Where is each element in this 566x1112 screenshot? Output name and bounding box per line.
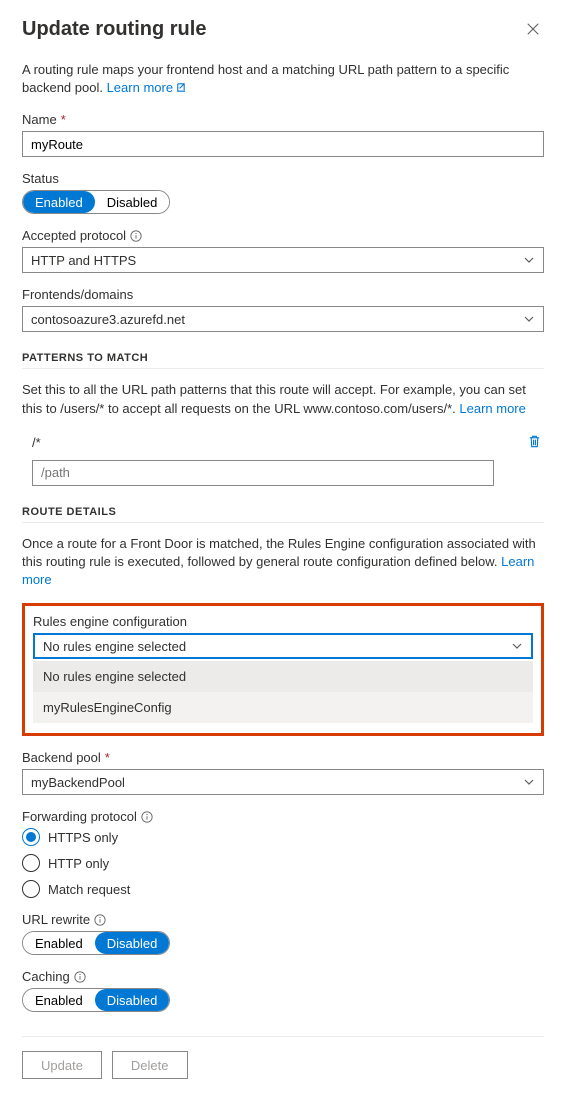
backend-pool-label: Backend pool * [22,750,544,765]
chevron-down-icon [511,640,523,652]
rules-engine-option[interactable]: myRulesEngineConfig [33,692,533,723]
delete-pattern-button[interactable] [525,432,544,454]
required-marker: * [61,112,66,127]
close-icon [526,24,540,39]
forwarding-protocol-label: Forwarding protocol [22,809,544,824]
caching-toggle[interactable]: Enabled Disabled [22,988,170,1012]
caching-label: Caching [22,969,544,984]
status-enabled[interactable]: Enabled [23,191,95,213]
chevron-down-icon [523,313,535,325]
caching-disabled[interactable]: Disabled [95,989,170,1011]
patterns-heading: PATTERNS TO MATCH [22,352,544,369]
radio-icon [22,854,40,872]
url-rewrite-disabled[interactable]: Disabled [95,932,170,954]
delete-button[interactable]: Delete [112,1051,188,1079]
route-details-heading: ROUTE DETAILS [22,506,544,523]
caching-enabled[interactable]: Enabled [23,989,95,1011]
url-rewrite-toggle[interactable]: Enabled Disabled [22,931,170,955]
rules-engine-option[interactable]: No rules engine selected [33,661,533,692]
forwarding-protocol-option-https[interactable]: HTTPS only [22,828,544,846]
radio-icon [22,828,40,846]
forwarding-protocol-option-http[interactable]: HTTP only [22,854,544,872]
rules-engine-dropdown: No rules engine selected myRulesEngineCo… [33,661,533,723]
patterns-desc: Set this to all the URL path patterns th… [22,381,544,417]
info-icon[interactable] [94,914,106,926]
patterns-learn-more-link[interactable]: Learn more [459,401,525,416]
info-icon[interactable] [130,230,142,242]
info-icon[interactable] [74,971,86,983]
name-input[interactable] [22,131,544,157]
learn-more-link[interactable]: Learn more [107,80,186,95]
panel-title: Update routing rule [22,18,206,41]
footer: Update Delete [22,1036,544,1079]
status-toggle[interactable]: Enabled Disabled [22,190,170,214]
pattern-value: /* [32,435,515,450]
trash-icon [527,437,542,452]
required-marker: * [105,750,110,765]
backend-pool-select[interactable]: myBackendPool [22,769,544,795]
url-rewrite-enabled[interactable]: Enabled [23,932,95,954]
forwarding-protocol-option-match[interactable]: Match request [22,880,544,898]
pattern-input[interactable] [32,460,494,486]
status-label: Status [22,171,544,186]
rules-engine-highlight: Rules engine configuration No rules engi… [22,603,544,736]
rules-engine-label: Rules engine configuration [33,614,533,629]
pattern-row: /* [22,432,544,454]
rules-engine-select[interactable]: No rules engine selected [33,633,533,659]
name-label: Name* [22,112,544,127]
url-rewrite-label: URL rewrite [22,912,544,927]
accepted-protocol-label: Accepted protocol [22,228,544,243]
frontends-label: Frontends/domains [22,287,544,302]
info-icon[interactable] [141,811,153,823]
external-link-icon [175,80,186,98]
route-details-desc: Once a route for a Front Door is matched… [22,535,544,590]
intro-text: A routing rule maps your frontend host a… [22,61,544,98]
close-button[interactable] [522,18,544,43]
frontends-select[interactable]: contosoazure3.azurefd.net [22,306,544,332]
radio-icon [22,880,40,898]
status-disabled[interactable]: Disabled [95,191,170,213]
chevron-down-icon [523,254,535,266]
chevron-down-icon [523,776,535,788]
accepted-protocol-select[interactable]: HTTP and HTTPS [22,247,544,273]
update-button[interactable]: Update [22,1051,102,1079]
forwarding-protocol-group: HTTPS only HTTP only Match request [22,828,544,898]
